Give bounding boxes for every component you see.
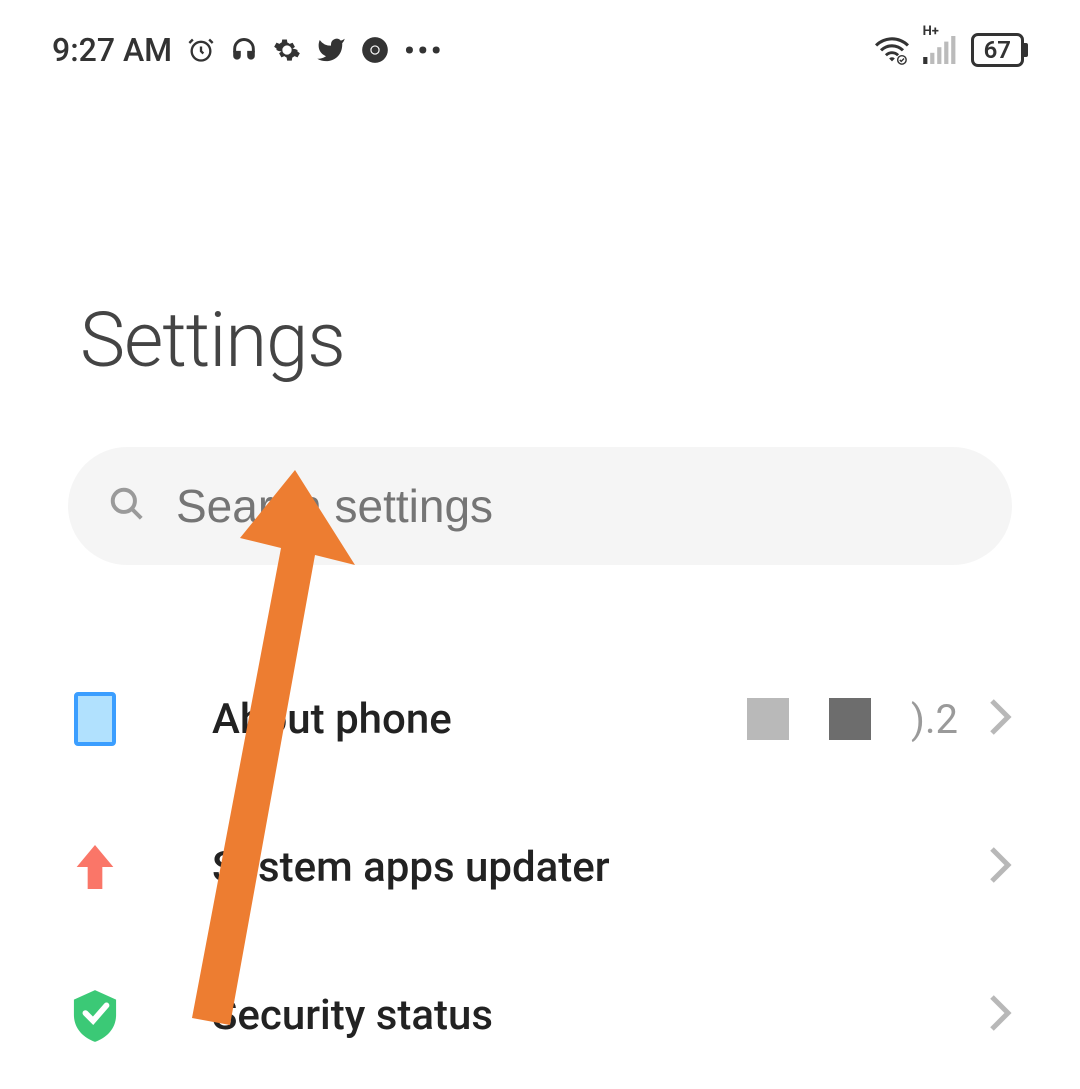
item-meta: ).2	[747, 696, 958, 743]
gear-icon	[273, 36, 301, 64]
item-label: System apps updater	[122, 843, 958, 892]
signal-icon: H+	[923, 36, 957, 64]
shield-check-icon	[68, 988, 122, 1042]
status-time: 9:27 AM	[52, 31, 172, 69]
status-bar: 9:27 AM •••	[0, 0, 1080, 75]
twitter-icon	[316, 35, 346, 65]
redaction-block	[747, 698, 789, 740]
search-input[interactable]	[176, 479, 972, 533]
item-label: Security status	[122, 991, 958, 1040]
chevron-right-icon	[958, 697, 1012, 741]
version-suffix: ).2	[911, 696, 958, 743]
settings-item-security-status[interactable]: Security status	[0, 941, 1080, 1089]
phone-icon	[68, 692, 122, 746]
battery-icon: 67	[971, 33, 1028, 67]
arrow-up-icon	[68, 841, 122, 893]
wifi-icon	[875, 35, 909, 65]
settings-item-about-phone[interactable]: About phone ).2	[0, 645, 1080, 793]
chevron-right-icon	[958, 845, 1012, 889]
redaction-block	[829, 698, 871, 740]
item-label: About phone	[122, 695, 747, 744]
page-title: Settings	[0, 75, 1080, 385]
settings-item-system-apps-updater[interactable]: System apps updater	[0, 793, 1080, 941]
chrome-icon	[361, 36, 389, 64]
more-icon: •••	[404, 34, 444, 67]
alarm-icon	[187, 36, 215, 64]
search-icon	[108, 485, 146, 527]
headphones-icon	[230, 36, 258, 64]
settings-list: About phone ).2 System apps updater Sec	[0, 565, 1080, 1089]
chevron-right-icon	[958, 993, 1012, 1037]
search-bar[interactable]	[68, 447, 1012, 565]
